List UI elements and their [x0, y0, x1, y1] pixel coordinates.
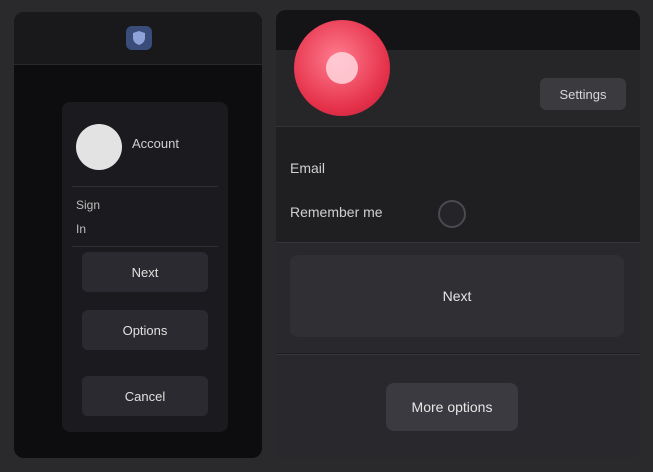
app-logo-icon: [294, 20, 390, 116]
remember-me-toggle[interactable]: [438, 200, 466, 228]
avatar[interactable]: [76, 124, 122, 170]
options-button[interactable]: Options: [82, 310, 208, 350]
user-name: Account: [132, 136, 179, 151]
left-topbar: [14, 12, 262, 65]
more-options-button[interactable]: More options: [386, 383, 518, 431]
right-panel: Settings Email Remember me Next More opt…: [276, 10, 640, 458]
cancel-button[interactable]: Cancel: [82, 376, 208, 416]
settings-button[interactable]: Settings: [540, 78, 626, 110]
divider: [72, 246, 218, 247]
shield-icon[interactable]: [126, 26, 152, 50]
divider: [72, 186, 218, 187]
email-label: Email: [290, 160, 326, 176]
next-button[interactable]: Next: [82, 252, 208, 292]
secondary-section: More options: [276, 354, 640, 458]
primary-section: Next: [276, 242, 640, 353]
left-card: Account Sign In Next Options Cancel: [62, 102, 228, 432]
next-button[interactable]: Next: [290, 255, 624, 337]
remember-me-label: Remember me: [290, 204, 383, 220]
right-header: Settings: [276, 10, 640, 127]
left-panel: Account Sign In Next Options Cancel: [14, 12, 262, 458]
label-line-1: Sign: [76, 198, 101, 212]
label-line-2: In: [76, 222, 87, 236]
